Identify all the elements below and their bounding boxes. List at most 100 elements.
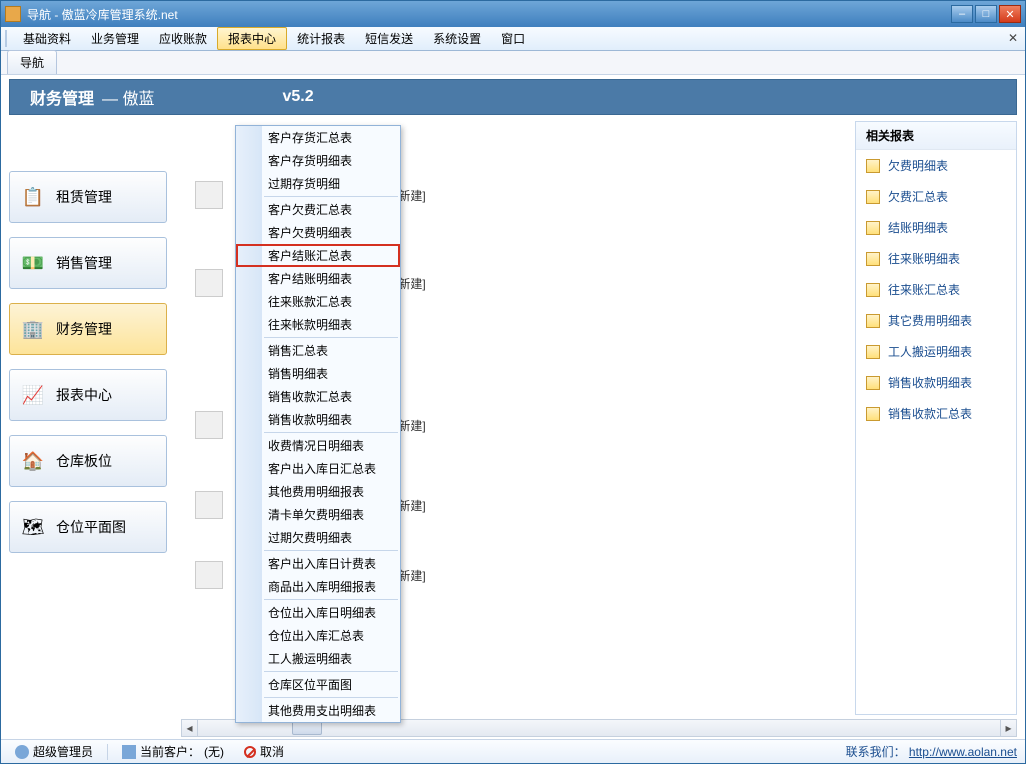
dropdown-item[interactable]: 销售收款明细表 [236, 408, 400, 431]
window-title: 导航 - 傲蓝冷库管理系统.net [27, 6, 951, 23]
banner-section: 财务管理 [30, 85, 94, 109]
dropdown-item[interactable]: 销售收款汇总表 [236, 385, 400, 408]
related-report-item[interactable]: 销售收款汇总表 [856, 398, 1016, 429]
related-report-item[interactable]: 工人搬运明细表 [856, 336, 1016, 367]
dropdown-item[interactable]: 仓库区位平面图 [236, 673, 400, 696]
nav-icon: 🗺 [20, 514, 46, 540]
status-cust-value: (无) [204, 743, 224, 760]
right-panel: 相关报表 欠费明细表欠费汇总表结账明细表往来账明细表往来账汇总表其它费用明细表工… [855, 121, 1017, 715]
related-report-item[interactable]: 往来账明细表 [856, 243, 1016, 274]
related-report-item[interactable]: 往来账汇总表 [856, 274, 1016, 305]
dropdown-item[interactable]: 客户结账汇总表 [236, 244, 400, 267]
report-label: 销售收款汇总表 [888, 405, 972, 422]
close-button[interactable]: ✕ [999, 5, 1021, 23]
dropdown-item[interactable]: 收费情况日明细表 [236, 434, 400, 457]
report-label: 欠费明细表 [888, 157, 948, 174]
dropdown-item[interactable]: 商品出入库明细报表 [236, 575, 400, 598]
report-label: 工人搬运明细表 [888, 343, 972, 360]
nav-销售管理[interactable]: 💵 销售管理 [9, 237, 167, 289]
dropdown-item[interactable]: 过期欠费明细表 [236, 526, 400, 549]
menubar: 基础资料业务管理应收账款报表中心统计报表短信发送系统设置窗口 ✕ [1, 27, 1025, 51]
doc-icon [866, 221, 880, 235]
dropdown-item[interactable]: 往来账款汇总表 [236, 290, 400, 313]
nav-label: 仓位平面图 [56, 517, 126, 537]
dropdown-item[interactable]: 客户欠费明细表 [236, 221, 400, 244]
cancel-icon [244, 746, 256, 758]
row-icon [195, 181, 223, 209]
status-cancel[interactable]: 取消 [238, 743, 290, 760]
dropdown-separator [264, 697, 398, 698]
dropdown-item[interactable]: 客户出入库日计费表 [236, 552, 400, 575]
related-report-item[interactable]: 欠费汇总表 [856, 181, 1016, 212]
contact-link[interactable]: http://www.aolan.net [909, 745, 1017, 759]
nav-财务管理[interactable]: 🏢财务管理 [9, 303, 167, 355]
dropdown-item[interactable]: 客户存货明细表 [236, 149, 400, 172]
contact-label: 联系我们： [846, 745, 906, 759]
menu-基础资料[interactable]: 基础资料 [13, 27, 81, 50]
related-report-item[interactable]: 销售收款明细表 [856, 367, 1016, 398]
menu-业务管理[interactable]: 业务管理 [81, 27, 149, 50]
nav-仓位平面图[interactable]: 🗺 仓位平面图 [9, 501, 167, 553]
dropdown-item[interactable]: 仓位出入库汇总表 [236, 624, 400, 647]
menu-应收账款[interactable]: 应收账款 [149, 27, 217, 50]
banner-mid: — 傲蓝 [102, 85, 154, 109]
menu-窗口[interactable]: 窗口 [491, 27, 535, 50]
related-report-item[interactable]: 欠费明细表 [856, 150, 1016, 181]
dropdown-item[interactable]: 清卡单欠费明细表 [236, 503, 400, 526]
dropdown-item[interactable]: 其他费用支出明细表 [236, 699, 400, 722]
dropdown-separator [264, 550, 398, 551]
dropdown-item[interactable]: 其他费用明细报表 [236, 480, 400, 503]
app-window: 导航 - 傲蓝冷库管理系统.net – □ ✕ 基础资料业务管理应收账款报表中心… [0, 0, 1026, 764]
dropdown-separator [264, 599, 398, 600]
nav-仓库板位[interactable]: 🏠仓库板位 [9, 435, 167, 487]
dropdown-item[interactable]: 仓位出入库日明细表 [236, 601, 400, 624]
scroll-left-arrow[interactable]: ◂ [182, 720, 198, 736]
status-user: 超级管理员 [9, 743, 99, 760]
banner-version: v5.2 [282, 88, 313, 106]
row-icon [195, 411, 223, 439]
doc-icon [866, 252, 880, 266]
customer-icon [122, 745, 136, 759]
doc-icon [866, 376, 880, 390]
menubar-close-icon[interactable]: ✕ [1005, 30, 1021, 46]
minimize-button[interactable]: – [951, 5, 973, 23]
menu-报表中心[interactable]: 报表中心 [217, 27, 287, 50]
dropdown-separator [264, 432, 398, 433]
related-report-item[interactable]: 其它费用明细表 [856, 305, 1016, 336]
menu-短信发送[interactable]: 短信发送 [355, 27, 423, 50]
dropdown-item[interactable]: 客户欠费汇总表 [236, 198, 400, 221]
report-label: 往来账汇总表 [888, 281, 960, 298]
dropdown-item[interactable]: 客户结账明细表 [236, 267, 400, 290]
tabbar: 导航 [1, 51, 1025, 75]
body-area: 📋租赁管理💵销售管理🏢财务管理📈报表中心🏠仓库板位🗺仓位平面图 [新建]冷库。[… [9, 121, 1017, 715]
dropdown-item[interactable]: 销售明细表 [236, 362, 400, 385]
dropdown-item[interactable]: 过期存货明细 [236, 172, 400, 195]
doc-icon [866, 190, 880, 204]
nav-label: 销售管理 [56, 253, 112, 273]
status-customer: 当前客户： (无) [116, 743, 230, 760]
status-sep [107, 744, 108, 760]
banner: 财务管理 — 傲蓝 v5.2 [9, 79, 1017, 115]
status-cancel-label: 取消 [260, 743, 284, 760]
scroll-right-arrow[interactable]: ▸ [1000, 720, 1016, 736]
nav-icon: 💵 [20, 250, 46, 276]
menu-统计报表[interactable]: 统计报表 [287, 27, 355, 50]
dropdown-item[interactable]: 销售汇总表 [236, 339, 400, 362]
tab-nav[interactable]: 导航 [7, 50, 57, 74]
nav-租赁管理[interactable]: 📋租赁管理 [9, 171, 167, 223]
scroll-thumb[interactable] [292, 721, 322, 735]
nav-label: 财务管理 [56, 319, 112, 339]
dropdown-item[interactable]: 客户出入库日汇总表 [236, 457, 400, 480]
right-panel-title: 相关报表 [856, 122, 1016, 150]
dropdown-item[interactable]: 客户存货汇总表 [236, 126, 400, 149]
maximize-button[interactable]: □ [975, 5, 997, 23]
status-contact: 联系我们： http://www.aolan.net [846, 743, 1017, 760]
menu-系统设置[interactable]: 系统设置 [423, 27, 491, 50]
dropdown-item[interactable]: 往来帐款明细表 [236, 313, 400, 336]
related-report-item[interactable]: 结账明细表 [856, 212, 1016, 243]
report-label: 销售收款明细表 [888, 374, 972, 391]
dropdown-item[interactable]: 工人搬运明细表 [236, 647, 400, 670]
nav-报表中心[interactable]: 📈报表中心 [9, 369, 167, 421]
row-icon [195, 269, 223, 297]
status-cust-label: 当前客户： [140, 743, 200, 760]
